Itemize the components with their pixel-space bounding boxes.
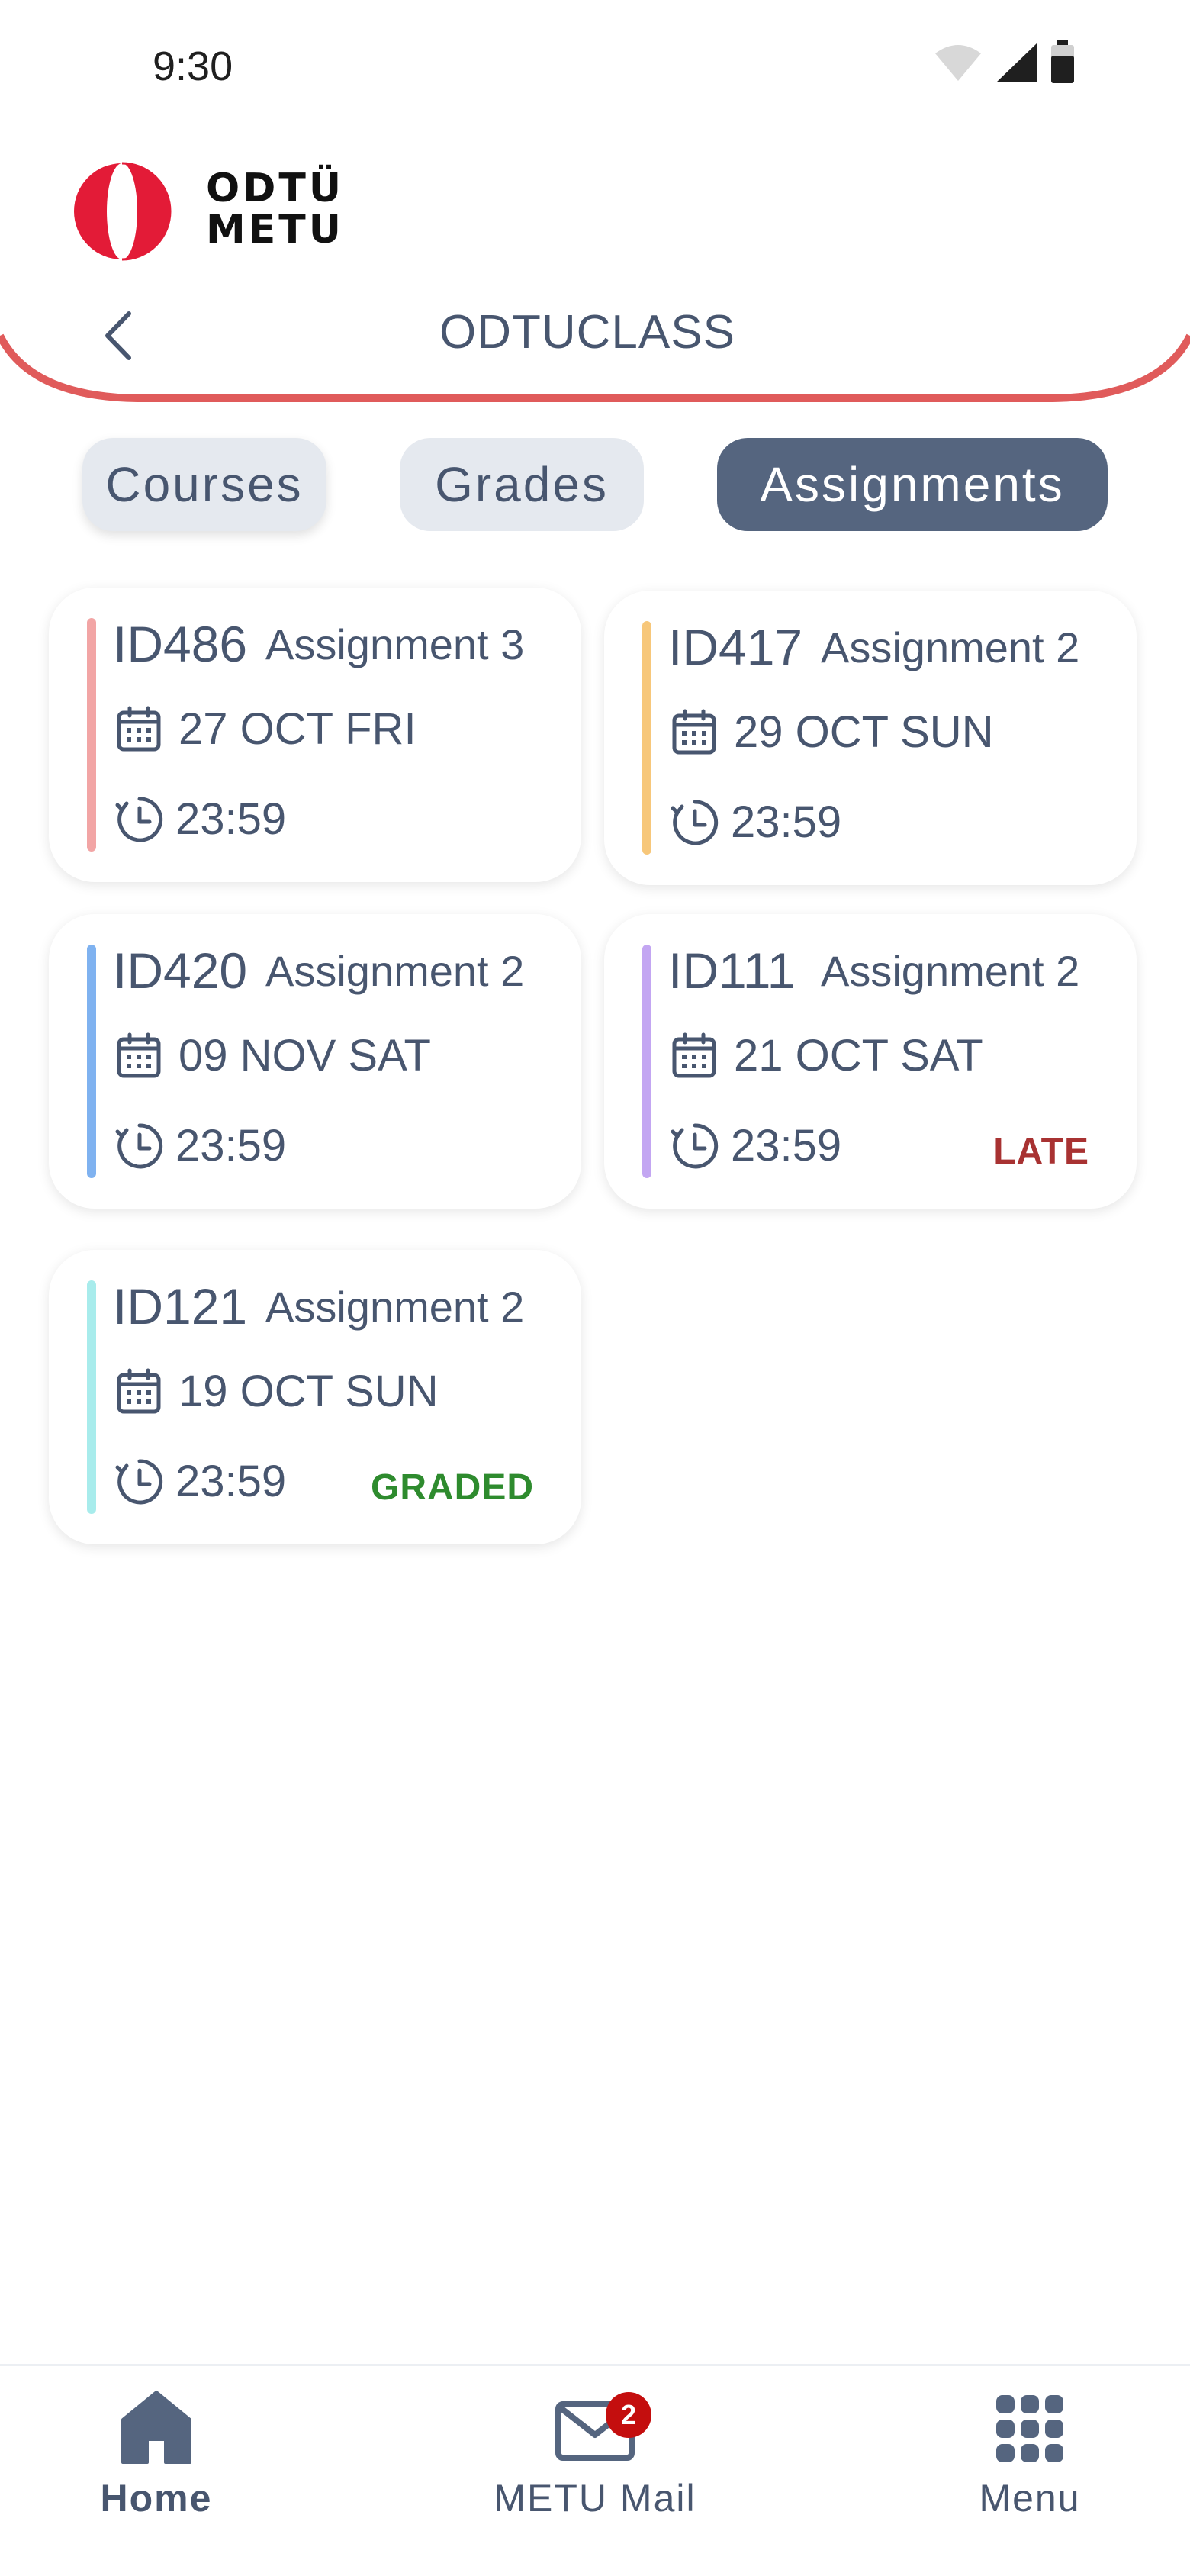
assignment-id: ID417 xyxy=(668,619,803,675)
tab-grades[interactable]: Grades xyxy=(400,438,644,531)
assignment-name: Assignment 3 xyxy=(265,620,525,668)
bottom-nav: Home 2 METU Mail Menu xyxy=(0,2364,1190,2576)
assignment-id: ID420 xyxy=(113,942,248,999)
due-time-row: 23:59 xyxy=(114,1120,286,1171)
due-time: 23:59 xyxy=(175,794,287,844)
due-date-row: 19 OCT SUN xyxy=(114,1366,439,1417)
due-date: 29 OCT SUN xyxy=(734,707,994,757)
nav-home[interactable]: Home xyxy=(76,2389,236,2520)
calendar-icon xyxy=(114,1032,163,1080)
status-badge: LATE xyxy=(993,1132,1089,1172)
mail-unread-badge: 2 xyxy=(606,2392,651,2438)
card-accent-bar xyxy=(87,618,96,852)
logo-text: ODTÜ METU xyxy=(206,168,344,250)
assignment-name: Assignment 2 xyxy=(821,623,1080,671)
nav-menu[interactable]: Menu xyxy=(946,2389,1114,2520)
calendar-icon xyxy=(114,705,163,754)
nav-home-label: Home xyxy=(100,2477,213,2520)
calendar-icon xyxy=(670,1032,719,1080)
due-time: 23:59 xyxy=(731,797,842,847)
card-accent-bar xyxy=(87,1280,96,1514)
due-time: 23:59 xyxy=(175,1457,287,1506)
metu-logo: ODTÜ METU xyxy=(61,160,341,263)
due-time: 23:59 xyxy=(731,1121,842,1170)
card-accent-bar xyxy=(642,621,651,855)
clock-icon xyxy=(114,794,165,845)
due-time-row: 23:59 xyxy=(670,1120,841,1171)
status-badge: GRADED xyxy=(370,1467,534,1508)
page-title: ODTUCLASS xyxy=(439,306,735,359)
assignment-id: ID121 xyxy=(113,1278,248,1335)
home-icon xyxy=(121,2391,191,2464)
card-accent-bar xyxy=(642,945,651,1178)
status-bar: 9:30 xyxy=(0,0,1190,134)
due-time: 23:59 xyxy=(175,1121,287,1170)
card-accent-bar xyxy=(87,945,96,1178)
clock-icon xyxy=(670,797,720,848)
nav-mail-label: METU Mail xyxy=(494,2477,696,2520)
nav-metu-mail[interactable]: 2 METU Mail xyxy=(458,2389,732,2520)
due-date: 21 OCT SAT xyxy=(734,1031,983,1080)
calendar-icon xyxy=(114,1367,163,1416)
assignment-card[interactable]: ID486 Assignment 3 27 OCT FRI 23:59 xyxy=(49,588,581,882)
assignment-card[interactable]: ID111 Assignment 2 21 OCT SAT 23:59 LATE xyxy=(604,914,1137,1209)
clock-icon xyxy=(114,1457,165,1507)
metu-logo-mark xyxy=(74,162,172,261)
logo-line-odtu: ODTÜ xyxy=(206,166,345,211)
calendar-icon xyxy=(670,708,719,757)
due-time-row: 23:59 xyxy=(670,797,841,848)
assignment-name: Assignment 2 xyxy=(265,1283,525,1331)
clock-icon xyxy=(670,1121,720,1171)
due-date-row: 21 OCT SAT xyxy=(670,1030,983,1081)
assignment-id: ID111 xyxy=(668,942,796,999)
due-date: 27 OCT FRI xyxy=(178,704,416,754)
assignment-name: Assignment 2 xyxy=(265,947,525,995)
due-time-row: 23:59 xyxy=(114,1456,286,1507)
assignment-card[interactable]: ID420 Assignment 2 09 NOV SAT 23:59 xyxy=(49,914,581,1209)
logo-line-metu: METU xyxy=(206,207,344,253)
grid-menu-icon xyxy=(996,2395,1063,2462)
assignment-id: ID486 xyxy=(113,616,248,672)
clock-icon xyxy=(114,1121,165,1171)
due-date-row: 27 OCT FRI xyxy=(114,704,416,755)
due-time-row: 23:59 xyxy=(114,794,286,845)
assignment-card[interactable]: ID417 Assignment 2 29 OCT SUN 23:59 xyxy=(604,591,1137,885)
battery-icon xyxy=(1050,40,1076,85)
status-icons xyxy=(934,40,1076,85)
nav-menu-label: Menu xyxy=(979,2477,1081,2520)
cellular-signal-icon xyxy=(993,41,1039,84)
wifi-icon xyxy=(934,43,983,82)
status-time: 9:30 xyxy=(153,43,233,89)
due-date: 09 NOV SAT xyxy=(178,1031,431,1080)
due-date: 19 OCT SUN xyxy=(178,1367,439,1416)
assignment-card[interactable]: ID121 Assignment 2 19 OCT SUN 23:59 GRADED xyxy=(49,1250,581,1544)
tab-courses[interactable]: Courses xyxy=(82,438,326,531)
assignment-name: Assignment 2 xyxy=(821,947,1080,995)
tab-assignments[interactable]: Assignments xyxy=(717,438,1108,531)
due-date-row: 09 NOV SAT xyxy=(114,1030,431,1081)
due-date-row: 29 OCT SUN xyxy=(670,707,994,758)
